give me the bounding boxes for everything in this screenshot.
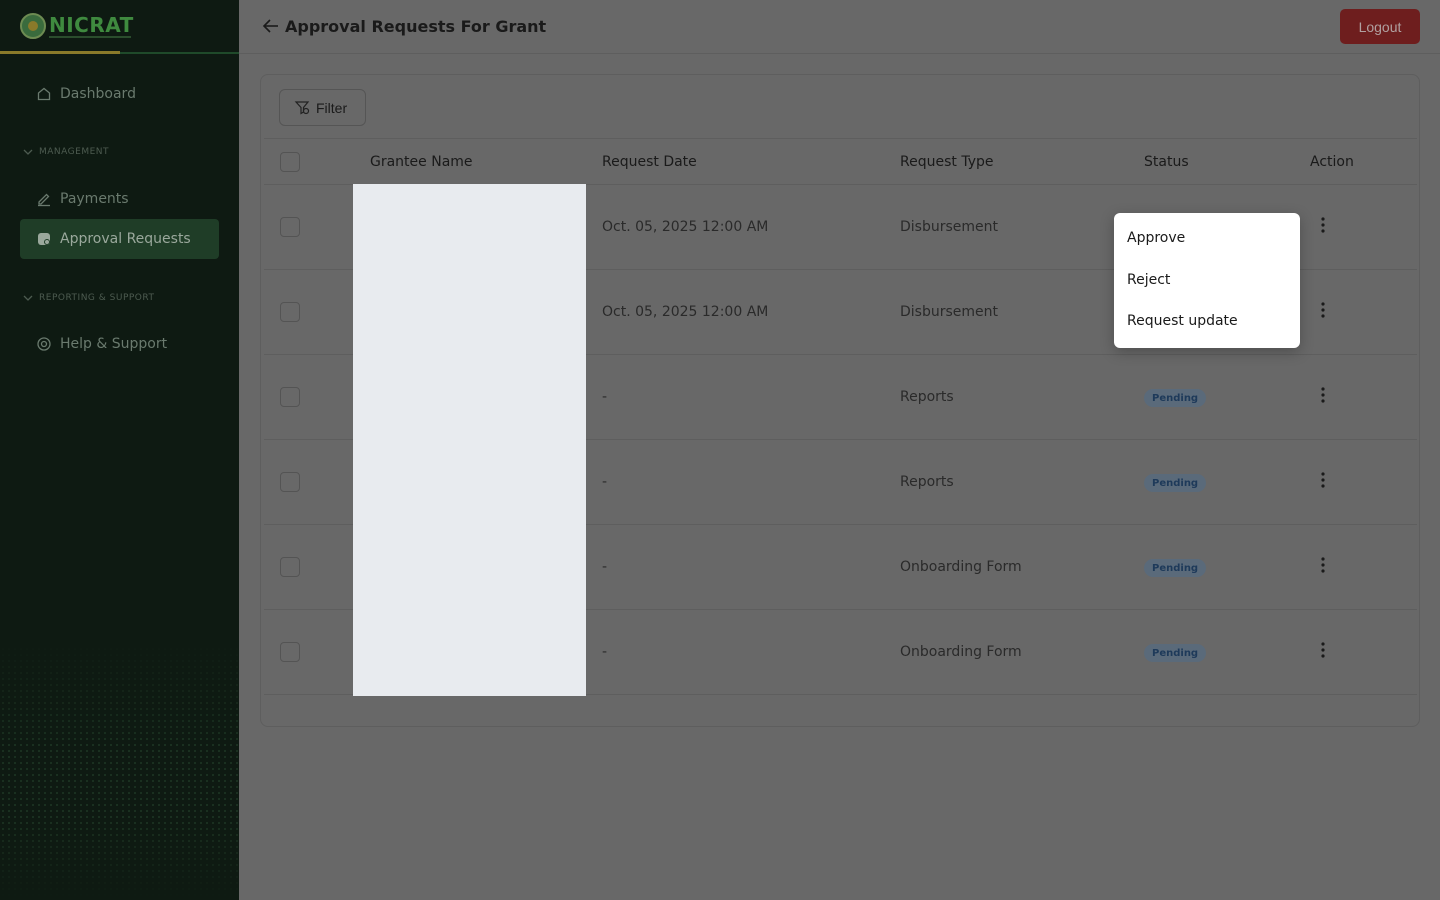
- sidebar-item-label: Approval Requests: [60, 231, 191, 247]
- section-label-text: MANAGEMENT: [39, 147, 109, 157]
- edit-icon: [36, 191, 52, 207]
- sidebar-dot-pattern: [0, 640, 239, 900]
- logo-text[interactable]: NICRAT: [49, 13, 134, 37]
- top-header: Approval Requests For Grant Logout: [239, 0, 1440, 54]
- filter-label: Filter: [316, 99, 348, 116]
- column-header-request-type[interactable]: Request Type: [900, 154, 993, 170]
- sidebar-item-dashboard[interactable]: Dashboard: [20, 74, 219, 114]
- row-checkbox[interactable]: [280, 217, 300, 237]
- sidebar-item-help-support[interactable]: Help & Support: [20, 324, 219, 364]
- request-type: Reports: [900, 474, 954, 490]
- more-vertical-icon[interactable]: [1316, 472, 1330, 492]
- back-arrow-icon[interactable]: [262, 17, 280, 35]
- sidebar-item-label: Payments: [60, 191, 129, 207]
- section-label-reporting-support[interactable]: REPORTING & SUPPORT: [22, 292, 154, 304]
- grantee-name-redacted-block: [353, 184, 586, 696]
- section-label-text: REPORTING & SUPPORT: [39, 293, 155, 303]
- table-header: Grantee Name Request Date Request Type S…: [264, 138, 1417, 185]
- menu-item-request-update[interactable]: Request update: [1127, 313, 1238, 329]
- request-type: Disbursement: [900, 304, 998, 320]
- filter-button[interactable]: Filter: [279, 89, 366, 126]
- home-icon: [36, 86, 52, 102]
- page-title: Approval Requests For Grant: [285, 17, 547, 36]
- status-badge: Pending: [1144, 389, 1207, 407]
- chevron-down-icon: [22, 292, 34, 304]
- request-date: Oct. 05, 2025 12:00 AM: [602, 219, 769, 235]
- sidebar-item-label: Help & Support: [60, 336, 168, 352]
- request-type: Reports: [900, 389, 954, 405]
- request-date: -: [602, 644, 608, 660]
- column-header-action: Action: [1310, 154, 1354, 170]
- brand-header: NICRAT: [0, 0, 239, 54]
- chevron-down-icon: [22, 146, 34, 158]
- more-vertical-icon[interactable]: [1316, 557, 1330, 577]
- row-checkbox[interactable]: [280, 642, 300, 662]
- column-header-status[interactable]: Status: [1144, 154, 1189, 170]
- lifebuoy-icon: [36, 336, 52, 352]
- filter-icon: [294, 99, 311, 116]
- more-vertical-icon[interactable]: [1316, 217, 1330, 237]
- row-checkbox[interactable]: [280, 387, 300, 407]
- status-badge: Pending: [1144, 559, 1207, 577]
- request-date: Oct. 05, 2025 12:00 AM: [602, 304, 769, 320]
- request-type: Disbursement: [900, 219, 998, 235]
- section-label-management[interactable]: MANAGEMENT: [22, 146, 109, 158]
- sidebar-item-approval-requests[interactable]: Approval Requests: [20, 219, 219, 259]
- request-date: -: [602, 389, 608, 405]
- menu-item-approve[interactable]: Approve: [1127, 230, 1185, 246]
- more-vertical-icon[interactable]: [1316, 302, 1330, 322]
- request-type: Onboarding Form: [900, 559, 1022, 575]
- logo-seal-icon: [20, 13, 46, 39]
- status-badge: Pending: [1144, 644, 1207, 662]
- logo-tagline: [49, 36, 131, 38]
- status-badge: Pending: [1144, 474, 1207, 492]
- request-date: -: [602, 474, 608, 490]
- request-date: -: [602, 559, 608, 575]
- row-checkbox[interactable]: [280, 557, 300, 577]
- menu-item-reject[interactable]: Reject: [1127, 272, 1170, 288]
- row-checkbox[interactable]: [280, 302, 300, 322]
- sidebar-item-label: Dashboard: [60, 86, 136, 102]
- more-vertical-icon[interactable]: [1316, 387, 1330, 407]
- brand-underline: [0, 51, 120, 54]
- select-all-checkbox[interactable]: [280, 152, 300, 172]
- column-header-request-date[interactable]: Request Date: [602, 154, 697, 170]
- sidebar-item-payments[interactable]: Payments: [20, 179, 219, 219]
- request-type: Onboarding Form: [900, 644, 1022, 660]
- sidebar: NICRAT Dashboard MANAGEMENT Payments App…: [0, 0, 239, 900]
- column-header-grantee-name[interactable]: Grantee Name: [370, 154, 473, 170]
- more-vertical-icon[interactable]: [1316, 642, 1330, 662]
- action-menu: Approve Reject Request update: [1114, 213, 1300, 348]
- row-checkbox[interactable]: [280, 472, 300, 492]
- approval-icon: [36, 231, 52, 247]
- logout-button[interactable]: Logout: [1340, 9, 1420, 44]
